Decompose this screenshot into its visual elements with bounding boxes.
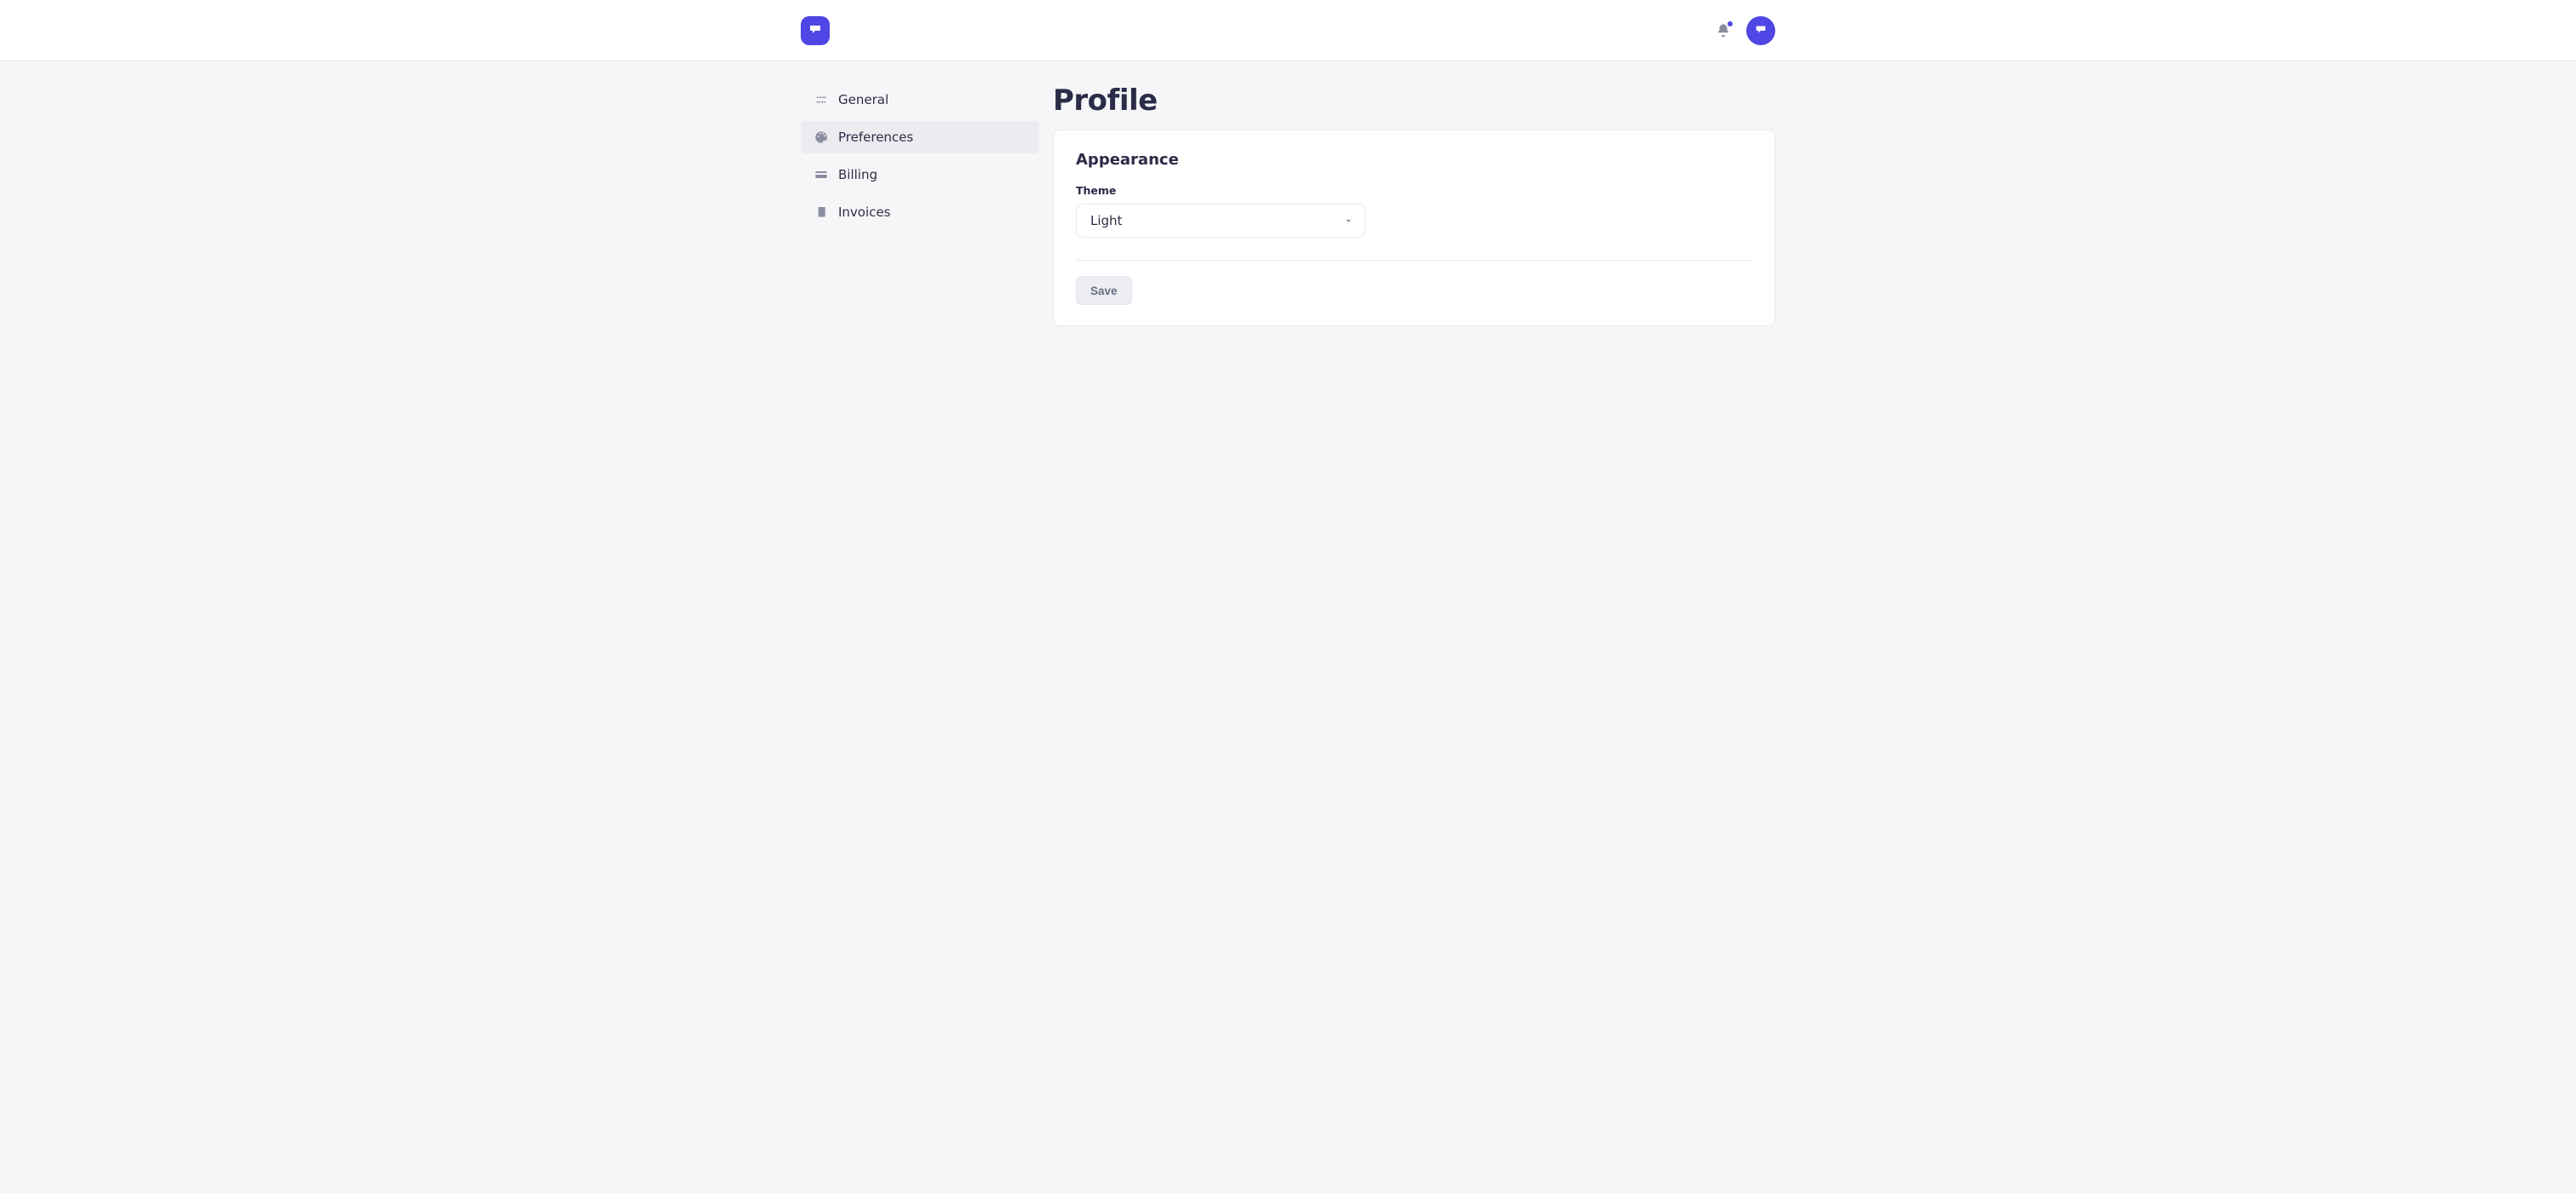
- notification-dot-icon: [1728, 21, 1733, 26]
- content: Profile Appearance Theme Light Save: [1053, 84, 1775, 326]
- page-title: Profile: [1053, 84, 1775, 118]
- avatar-glyph-icon: [1754, 24, 1768, 37]
- sidebar-item-general[interactable]: General: [801, 84, 1039, 116]
- sidebar-item-label: General: [838, 92, 888, 107]
- app-logo[interactable]: [801, 16, 830, 45]
- notifications-button[interactable]: [1716, 23, 1731, 38]
- theme-label: Theme: [1076, 184, 1752, 197]
- card-icon: [814, 168, 828, 182]
- user-avatar[interactable]: [1746, 16, 1775, 45]
- sidebar-item-label: Billing: [838, 167, 877, 182]
- theme-select[interactable]: Light: [1076, 204, 1366, 238]
- receipt-icon: [814, 205, 828, 219]
- theme-select-value: Light: [1090, 213, 1122, 228]
- sidebar-item-invoices[interactable]: Invoices: [801, 196, 1039, 228]
- chevron-down-icon: [1343, 215, 1354, 227]
- topbar: [0, 0, 2576, 61]
- sidebar: General Preferences Billing Invoices: [801, 84, 1039, 228]
- appearance-section-title: Appearance: [1076, 151, 1752, 169]
- sidebar-item-label: Invoices: [838, 205, 890, 220]
- appearance-card: Appearance Theme Light Save: [1053, 130, 1775, 326]
- palette-icon: [814, 130, 828, 144]
- sidebar-item-preferences[interactable]: Preferences: [801, 121, 1039, 153]
- save-button[interactable]: Save: [1076, 276, 1132, 305]
- sliders-icon: [814, 93, 828, 107]
- sidebar-item-label: Preferences: [838, 130, 913, 145]
- divider: [1076, 260, 1752, 261]
- sidebar-item-billing[interactable]: Billing: [801, 158, 1039, 191]
